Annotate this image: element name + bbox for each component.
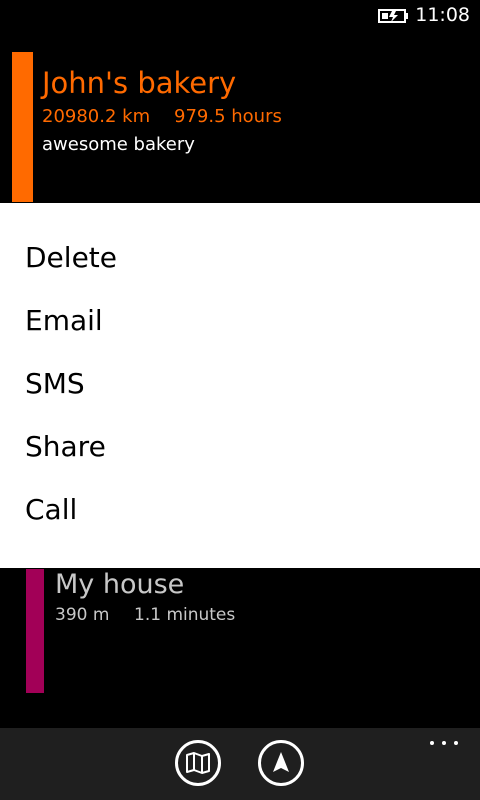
menu-item-call[interactable]: Call (25, 492, 455, 528)
menu-item-sms[interactable]: SMS (25, 366, 455, 402)
list-item-accent-bar (26, 569, 44, 693)
status-bar: 11:08 (0, 0, 480, 32)
selected-location-item: John's bakery 20980.2 km 979.5 hours awe… (0, 52, 480, 202)
menu-item-share[interactable]: Share (25, 429, 455, 465)
screen: 11:08 John's bakery 20980.2 km 979.5 hou… (0, 0, 480, 800)
navigate-button[interactable] (258, 740, 304, 786)
location-accent-bar (12, 52, 33, 202)
list-item-distance: 390 m (55, 605, 110, 625)
app-bar (0, 728, 480, 800)
location-duration: 979.5 hours (174, 106, 282, 127)
list-item-duration: 1.1 minutes (134, 605, 236, 625)
menu-item-email[interactable]: Email (25, 303, 455, 339)
context-menu: Delete Email SMS Share Call (0, 203, 480, 568)
list-item-title: My house (55, 569, 185, 600)
navigation-arrow-icon (273, 752, 289, 772)
battery-charging-icon (378, 9, 408, 23)
list-item[interactable]: My house 390 m 1.1 minutes (0, 569, 480, 693)
location-title: John's bakery (42, 66, 237, 100)
menu-item-delete[interactable]: Delete (25, 240, 455, 276)
location-distance: 20980.2 km (42, 106, 151, 127)
location-description: awesome bakery (42, 134, 195, 155)
more-dots-icon[interactable] (430, 738, 460, 748)
status-clock: 11:08 (415, 4, 470, 26)
map-icon (186, 752, 210, 774)
map-button[interactable] (175, 740, 221, 786)
